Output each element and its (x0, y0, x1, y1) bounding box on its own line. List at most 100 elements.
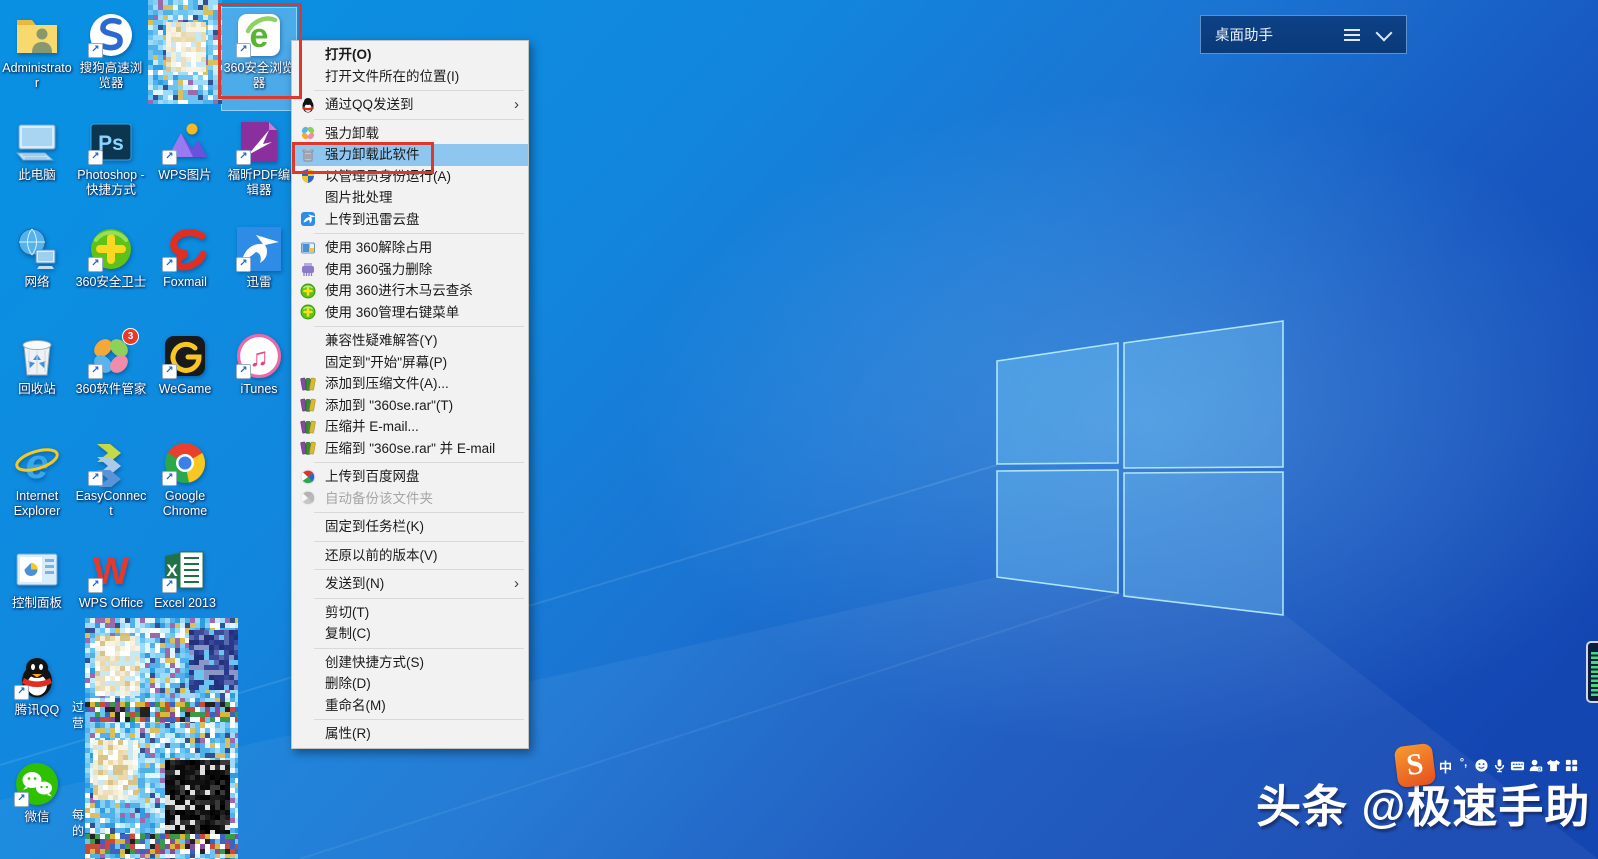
submenu-arrow-icon: › (514, 573, 519, 595)
desktop-icon-Photoshop - 快捷方式[interactable]: Ps↗Photoshop - 快捷方式 (74, 115, 148, 217)
menu-item-使用 360解除占用[interactable]: 使用 360解除占用 (292, 237, 528, 259)
desktop-icon-EasyConnect[interactable]: ↗EasyConnect (74, 436, 148, 538)
toolbox-icon[interactable] (1564, 757, 1579, 773)
easyconnect-icon: ↗ (87, 439, 135, 487)
menu-item-通过QQ发送到[interactable]: 通过QQ发送到› (292, 94, 528, 116)
menu-item-使用 360进行木马云查杀[interactable]: 使用 360进行木马云查杀 (292, 280, 528, 302)
desktop-icon-360安全卫士[interactable]: ↗360安全卫士 (74, 222, 148, 324)
desktop-icon-福昕PDF编辑器[interactable]: ↗福昕PDF编辑器 (222, 115, 296, 217)
menu-item-重命名(M)[interactable]: 重命名(M) (292, 695, 528, 717)
desktop-icon-微信[interactable]: ↗微信 (0, 757, 74, 859)
desktop-icon-iTunes[interactable]: ♫↗iTunes (222, 329, 296, 431)
desktop-icon-360安全浏览器[interactable]: e↗360安全浏览器 (222, 8, 296, 110)
desktop: Administrator↗搜狗高速浏览器e↗360安全浏览器此电脑Ps↗Pho… (0, 0, 1598, 859)
desktop-icon-Foxmail[interactable]: ↗Foxmail (148, 222, 222, 324)
menu-item-创建快捷方式(S)[interactable]: 创建快捷方式(S) (292, 652, 528, 674)
menu-item-label: 属性(R) (325, 726, 371, 741)
menu-item-label: 压缩并 E-mail... (325, 419, 419, 434)
thunder_mini-icon (300, 211, 316, 227)
menu-item-添加到 "360se.rar"(T)[interactable]: 添加到 "360se.rar"(T) (292, 395, 528, 417)
menu-item-自动备份该文件夹[interactable]: 自动备份该文件夹 (292, 488, 528, 510)
account-icon[interactable]: B (1528, 757, 1543, 773)
menu-item-强力卸载[interactable]: 强力卸载 (292, 123, 528, 145)
svg-text:B: B (1538, 766, 1541, 771)
shortcut-arrow-icon: ↗ (88, 364, 103, 379)
menu-item-使用 360强力删除[interactable]: 使用 360强力删除 (292, 259, 528, 281)
icon-label: Google Chrome (149, 489, 221, 519)
annotation-box-menu-item (292, 142, 434, 174)
menu-item-上传到迅雷云盘[interactable]: 上传到迅雷云盘 (292, 209, 528, 231)
desktop-assistant-bar[interactable]: 桌面助手 (1200, 15, 1407, 54)
icon-label: 网络 (1, 275, 73, 290)
icon-label: Photoshop - 快捷方式 (75, 168, 147, 198)
desktop-icon-回收站[interactable]: 回收站 (0, 329, 74, 431)
censored-desktop-icons[interactable] (85, 618, 238, 859)
menu-item-label: 兼容性疑难解答(Y) (325, 333, 438, 348)
desktop-icon-此电脑[interactable]: 此电脑 (0, 115, 74, 217)
menu-item-固定到"开始"屏幕(P)[interactable]: 固定到"开始"屏幕(P) (292, 352, 528, 374)
menu-item-剪切(T)[interactable]: 剪切(T) (292, 602, 528, 624)
menu-item-兼容性疑难解答(Y)[interactable]: 兼容性疑难解答(Y) (292, 330, 528, 352)
e360-icon: e↗ (235, 11, 283, 59)
menu-item-图片批处理[interactable]: 图片批处理 (292, 187, 528, 209)
desktop-icon-WeGame[interactable]: ↗WeGame (148, 329, 222, 431)
skin-icon[interactable] (1546, 757, 1561, 773)
desktop-icon-Administrator[interactable]: Administrator (0, 8, 74, 110)
menu-item-固定到任务栏(K)[interactable]: 固定到任务栏(K) (292, 516, 528, 538)
censored-icon-label-fragment: 过 (72, 698, 84, 715)
menu-item-复制(C)[interactable]: 复制(C) (292, 623, 528, 645)
shortcut-arrow-icon: ↗ (88, 257, 103, 272)
desktop-icon-Google Chrome[interactable]: ↗Google Chrome (148, 436, 222, 538)
menu-item-label: 复制(C) (325, 626, 371, 641)
menu-item-label: 自动备份该文件夹 (325, 491, 433, 506)
submenu-arrow-icon: › (514, 94, 519, 116)
chevron-down-icon[interactable] (1376, 24, 1393, 41)
sogou-logo-icon[interactable]: S (1394, 743, 1437, 788)
voice-input-icon[interactable] (1492, 757, 1507, 773)
menu-item-属性(R)[interactable]: 属性(R) (292, 723, 528, 745)
rar-icon (300, 440, 316, 456)
menu-item-label: 使用 360管理右键菜单 (325, 305, 459, 320)
menu-separator (314, 512, 524, 513)
punctuation-mode-icon[interactable]: °, (1456, 757, 1471, 773)
baidu-icon (300, 490, 316, 506)
desktop-icon-Internet Explorer[interactable]: eInternet Explorer (0, 436, 74, 538)
censored-desktop-icons[interactable] (148, 0, 222, 104)
censored-icon-label-fragment: 的 (72, 822, 84, 839)
desktop-icon-360软件管家[interactable]: ↗3360软件管家 (74, 329, 148, 431)
desktop-icon-迅雷[interactable]: ↗迅雷 (222, 222, 296, 324)
shortcut-arrow-icon: ↗ (88, 43, 103, 58)
chinese-mode-icon[interactable]: 中 (1438, 757, 1453, 773)
shortcut-arrow-icon: ↗ (88, 150, 103, 165)
desktop-icon-WPS图片[interactable]: ↗WPS图片 (148, 115, 222, 217)
menu-item-打开(O)[interactable]: 打开(O) (292, 44, 528, 66)
rar-icon (300, 419, 316, 435)
menu-item-压缩到 "360se.rar" 并 E-mail[interactable]: 压缩到 "360se.rar" 并 E-mail (292, 438, 528, 460)
menu-item-删除(D)[interactable]: 删除(D) (292, 673, 528, 695)
virtual-keyboard-icon[interactable] (1510, 757, 1525, 773)
ie-icon: e (13, 439, 61, 487)
menu-item-label: 使用 360解除占用 (325, 240, 432, 255)
desktop-icon-网络[interactable]: 网络 (0, 222, 74, 324)
itunes-icon: ♫↗ (235, 332, 283, 380)
menu-item-发送到(N)[interactable]: 发送到(N)› (292, 573, 528, 595)
menu-item-label: 打开(O) (325, 47, 372, 62)
menu-item-压缩并 E-mail...[interactable]: 压缩并 E-mail... (292, 416, 528, 438)
desktop-icon-搜狗高速浏览器[interactable]: ↗搜狗高速浏览器 (74, 8, 148, 110)
menu-item-打开文件所在的位置(I)[interactable]: 打开文件所在的位置(I) (292, 66, 528, 88)
icon-label: 福昕PDF编辑器 (223, 168, 295, 198)
menu-item-label: 使用 360强力删除 (325, 262, 432, 277)
menu-item-还原以前的版本(V)[interactable]: 还原以前的版本(V) (292, 545, 528, 567)
menu-item-强力卸载此软件[interactable]: 强力卸载此软件 (292, 144, 528, 166)
menu-item-使用 360管理右键菜单[interactable]: 使用 360管理右键菜单 (292, 302, 528, 324)
menu-separator (314, 648, 524, 649)
menu-item-label: 压缩到 "360se.rar" 并 E-mail (325, 441, 495, 456)
folder_user-icon (13, 11, 61, 59)
menu-item-上传到百度网盘[interactable]: 上传到百度网盘 (292, 466, 528, 488)
menu-item-label: 固定到"开始"屏幕(P) (325, 355, 447, 370)
menu-item-添加到压缩文件(A)...[interactable]: 添加到压缩文件(A)... (292, 373, 528, 395)
desktop-icon-控制面板[interactable]: 控制面板 (0, 543, 74, 645)
desktop-icon-腾讯QQ[interactable]: ↗腾讯QQ (0, 650, 74, 752)
emoji-picker-icon[interactable] (1474, 757, 1489, 773)
assistant-menu-icon[interactable] (1344, 26, 1360, 44)
